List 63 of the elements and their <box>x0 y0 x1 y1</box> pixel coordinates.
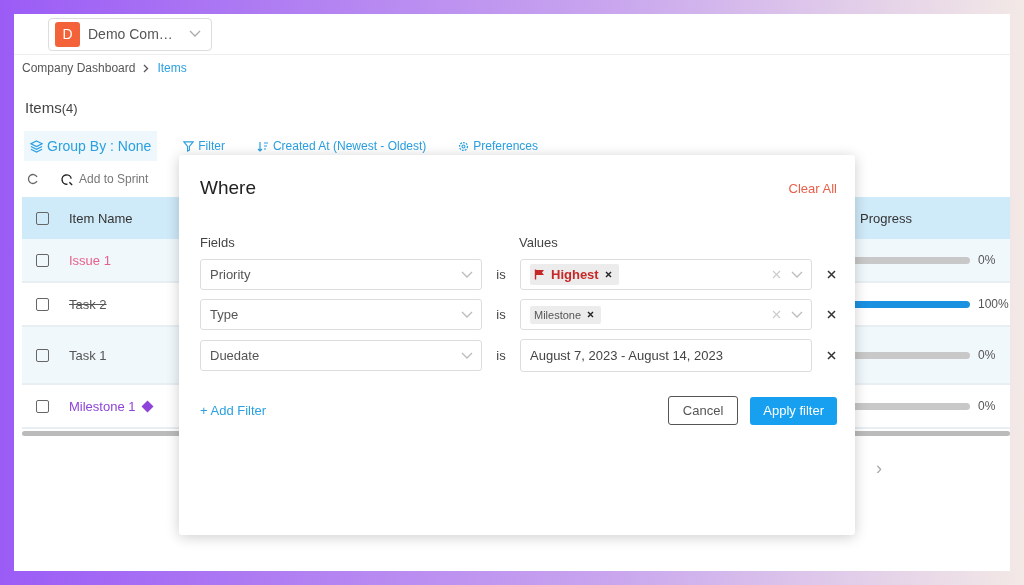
remove-icon[interactable] <box>827 351 836 360</box>
sprint-icon <box>61 172 74 186</box>
fields-label: Fields <box>200 235 236 250</box>
layers-icon <box>30 139 43 153</box>
toolbar-button[interactable]: Preferences <box>452 131 545 161</box>
breadcrumb-link[interactable]: Company Dashboard <box>22 61 136 75</box>
item-name[interactable]: Task 2 <box>69 296 107 312</box>
column-header: Item Name <box>69 210 134 226</box>
operator-label: is <box>495 307 507 322</box>
field-select[interactable]: Duedate <box>200 340 482 371</box>
remove-icon[interactable] <box>827 310 836 319</box>
row-checkbox[interactable] <box>36 399 49 413</box>
add-to-sprint-button[interactable]: Add to Sprint <box>61 172 149 186</box>
apply-filter-button[interactable]: Apply filter <box>750 396 837 425</box>
remove-icon[interactable] <box>827 270 836 279</box>
remove-tag-icon[interactable] <box>604 271 612 278</box>
remove-tag-icon[interactable] <box>587 311 595 318</box>
page-title: Items <box>25 99 62 116</box>
progress-reading: 0% <box>978 253 996 267</box>
item-name[interactable]: Task 1 <box>69 347 107 363</box>
toolbar-button[interactable]: Filter <box>177 131 231 161</box>
row-checkbox[interactable] <box>36 253 49 267</box>
refresh-icon[interactable] <box>27 173 39 185</box>
value-select[interactable]: Highest <box>520 259 812 290</box>
field-select[interactable]: Priority <box>200 259 482 290</box>
chevron-down-icon <box>461 351 473 360</box>
select-all-checkbox[interactable] <box>36 211 49 225</box>
company-avatar: D <box>55 21 80 47</box>
operator-label: is <box>495 348 507 363</box>
value-tag: Highest <box>530 264 619 285</box>
cancel-button[interactable]: Cancel <box>667 396 739 425</box>
company-name: Demo Com… <box>88 26 174 42</box>
progress-reading: 0% <box>978 348 996 362</box>
toolbar-button[interactable]: Group By : None <box>24 131 158 161</box>
company-select[interactable]: D Demo Com… <box>48 17 212 51</box>
clear-all-link[interactable]: Clear All <box>788 180 837 196</box>
row-checkbox[interactable] <box>36 348 49 362</box>
progress-reading: 0% <box>978 399 996 413</box>
chevron-right-icon <box>143 63 150 73</box>
next-page-button[interactable]: › <box>876 458 882 479</box>
progress-reading: 100% <box>978 297 1009 311</box>
date-range-field[interactable]: August 7, 2023 - August 14, 2023 <box>520 339 812 372</box>
field-select[interactable]: Type <box>200 299 482 330</box>
filter-icon <box>183 140 195 152</box>
diamond-icon <box>141 399 155 413</box>
row-checkbox[interactable] <box>36 297 49 311</box>
column-header: Progress <box>860 210 914 226</box>
toolbar-button[interactable]: Created At (Newest - Oldest) <box>250 131 433 161</box>
add-filter-link[interactable]: + Add Filter <box>200 403 267 418</box>
chevron-down-icon <box>461 310 473 319</box>
breadcrumb-link[interactable]: Items <box>157 61 187 75</box>
value-select[interactable]: Milestone <box>520 299 812 330</box>
chevron-down-icon <box>461 270 473 279</box>
dialog-title: Where <box>200 177 256 199</box>
item-count: (4) <box>61 101 78 116</box>
value-tag: Milestone <box>530 305 602 324</box>
settings-icon <box>458 140 470 152</box>
item-name[interactable]: Milestone 1 <box>69 398 136 414</box>
chevron-down-icon <box>189 30 201 38</box>
sort-icon <box>256 140 269 152</box>
item-name[interactable]: Issue 1 <box>69 252 111 268</box>
operator-label: is <box>495 267 507 282</box>
values-label: Values <box>519 235 558 250</box>
